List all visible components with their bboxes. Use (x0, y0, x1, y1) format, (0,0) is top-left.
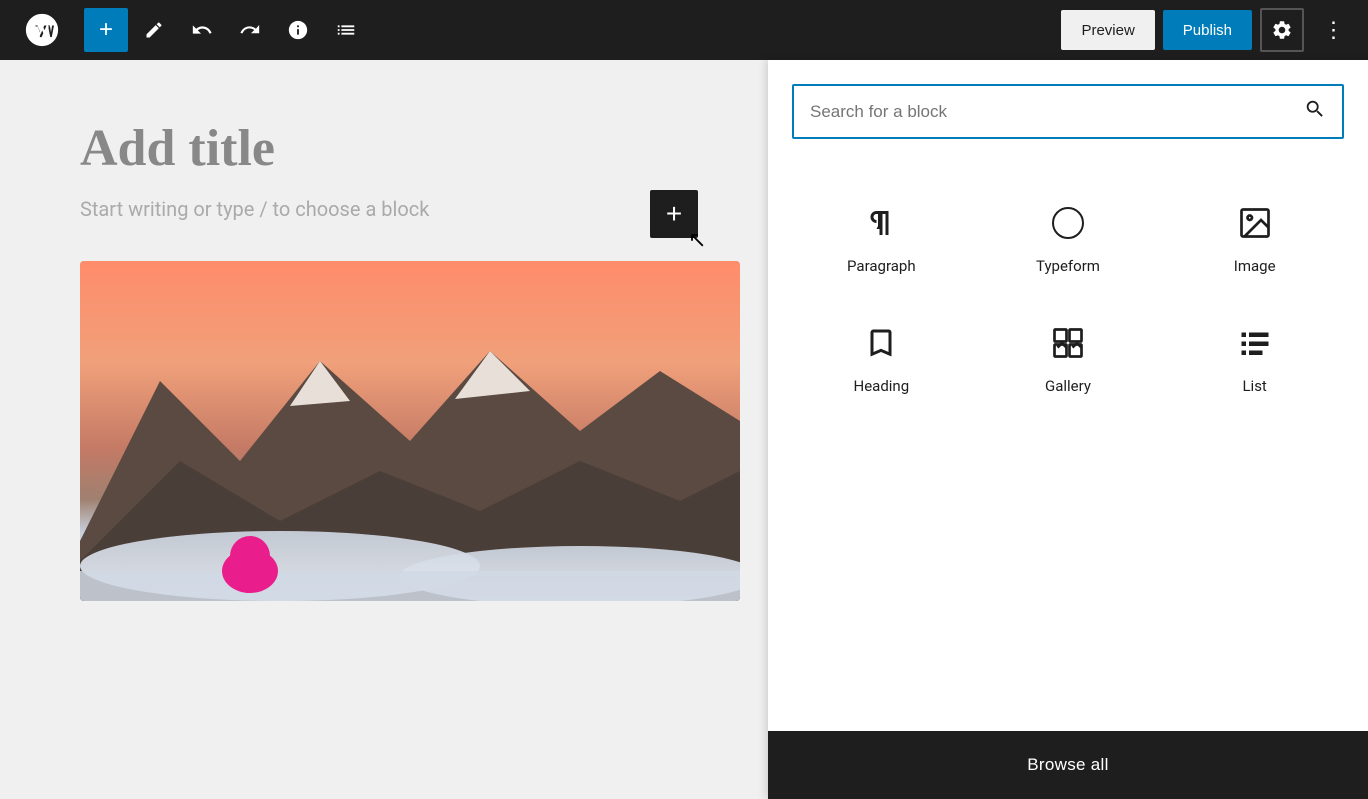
redo-button[interactable] (228, 8, 272, 52)
settings-button[interactable] (1260, 8, 1304, 52)
block-item-typeform[interactable]: Typeform (975, 179, 1162, 299)
search-input[interactable] (810, 102, 1294, 122)
paragraph-icon (861, 203, 901, 243)
block-item-gallery[interactable]: Gallery (975, 299, 1162, 419)
block-item-heading[interactable]: Heading (788, 299, 975, 419)
block-item-paragraph[interactable]: Paragraph (788, 179, 975, 299)
edit-button[interactable] (132, 8, 176, 52)
wp-logo[interactable]: W (12, 0, 72, 60)
gallery-label: Gallery (1045, 377, 1091, 395)
heading-label: Heading (854, 377, 910, 395)
paragraph-label: Paragraph (847, 257, 916, 275)
info-button[interactable] (276, 8, 320, 52)
undo-button[interactable] (180, 8, 224, 52)
image-icon (1235, 203, 1275, 243)
block-item-image[interactable]: Image (1161, 179, 1348, 299)
list-view-button[interactable] (324, 8, 368, 52)
typeform-label: Typeform (1036, 257, 1100, 275)
gallery-icon (1048, 323, 1088, 363)
browse-all-button[interactable]: Browse all (768, 731, 1368, 799)
svg-text:W: W (35, 24, 50, 40)
block-item-list[interactable]: List (1161, 299, 1348, 419)
search-box (792, 84, 1344, 139)
search-icon (1304, 98, 1326, 125)
add-block-button[interactable]: + (84, 8, 128, 52)
list-icon (1235, 323, 1275, 363)
preview-button[interactable]: Preview (1061, 10, 1154, 50)
add-block-trigger-button[interactable]: + (650, 190, 698, 238)
block-search-area (768, 60, 1368, 139)
publish-button[interactable]: Publish (1163, 10, 1252, 50)
typeform-icon (1048, 203, 1088, 243)
list-label: List (1242, 377, 1266, 395)
image-block[interactable] (80, 261, 740, 601)
more-options-button[interactable]: ⋮ (1312, 8, 1356, 52)
heading-icon (861, 323, 901, 363)
block-grid: Paragraph Typeform Image (768, 139, 1368, 731)
main-toolbar: W + Preview Publish ⋮ (0, 0, 1368, 60)
image-label: Image (1234, 257, 1276, 275)
block-inserter-panel: Paragraph Typeform Image (768, 60, 1368, 799)
editor-area: Add title Start writing or type / to cho… (0, 60, 1368, 799)
